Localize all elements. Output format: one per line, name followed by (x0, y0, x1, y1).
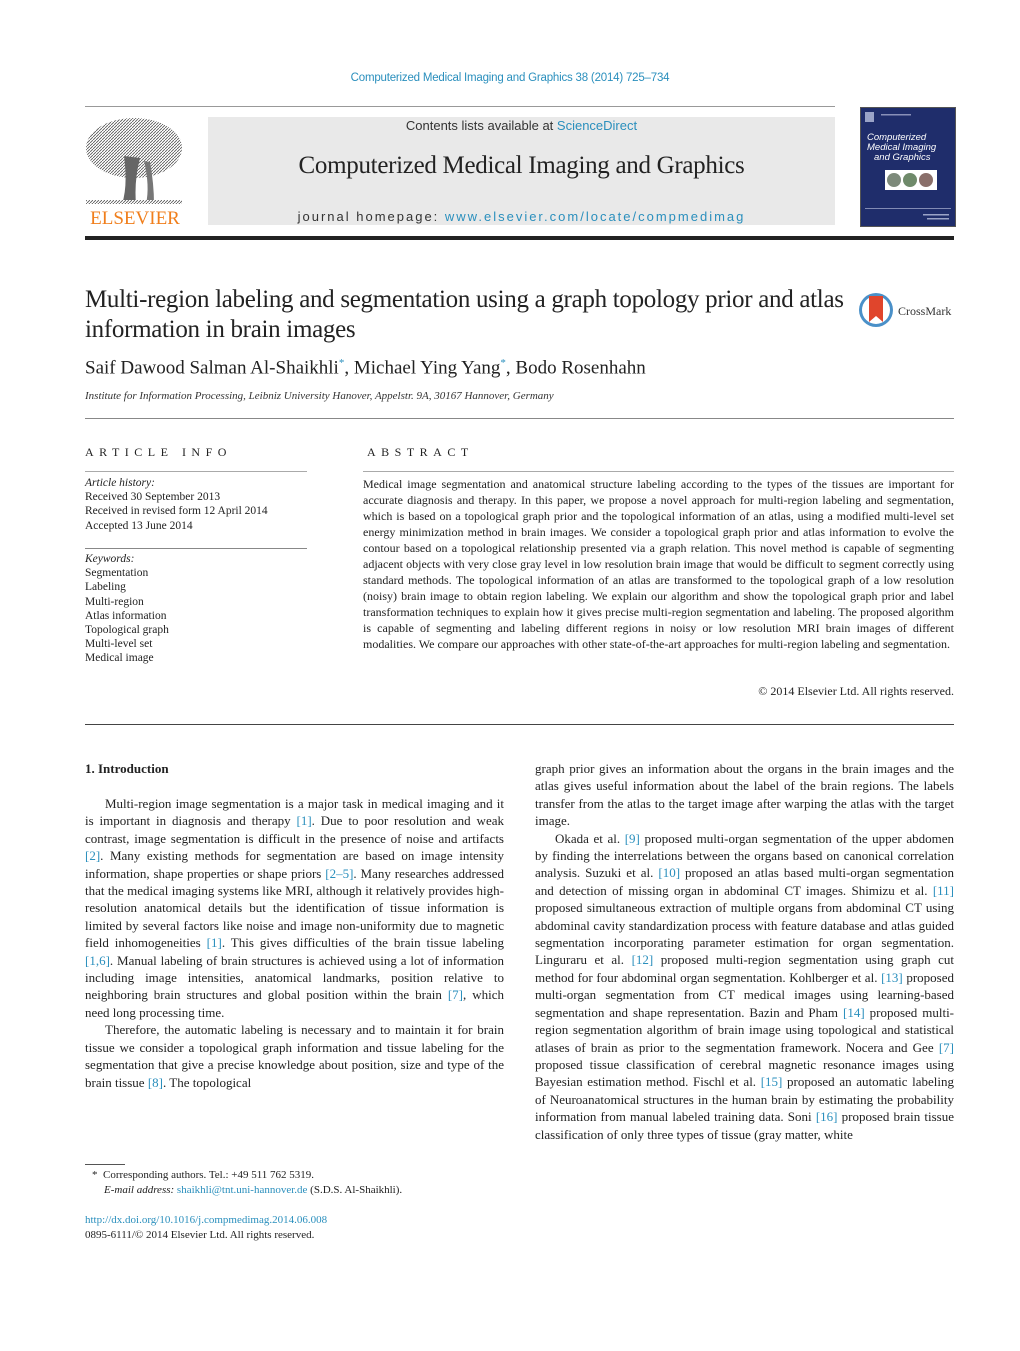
elsevier-logo[interactable]: ELSEVIER (84, 116, 186, 229)
history-item: Accepted 13 June 2014 (85, 519, 193, 532)
abstract-text: Medical image segmentation and anatomica… (363, 477, 954, 651)
history-label: Article history: (85, 477, 155, 489)
journal-cover-icon: Computerized Medical Imaging and Graphic… (865, 112, 951, 220)
citation-link[interactable]: [9] (625, 831, 640, 846)
homepage-prefix: journal homepage: (297, 209, 445, 224)
body-text: . The topological (163, 1074, 252, 1090)
body-text: graph prior gives an information about t… (535, 761, 954, 829)
body-text: . This gives difficulties of the brain t… (221, 935, 504, 951)
contents-prefix: Contents lists available at (405, 118, 557, 133)
keyword: Multi-level set (85, 638, 153, 651)
body-column-right: graph prior gives an information about t… (535, 760, 954, 1143)
article-title: Multi-region labeling and segmentation u… (85, 286, 844, 343)
title-rule (85, 418, 954, 419)
keywords-list: Keywords: Segmentation Labeling Multi-re… (85, 552, 169, 666)
section-heading-introduction: 1. Introduction (85, 761, 169, 776)
issn-line: 0895-6111/© 2014 Elsevier Ltd. All right… (85, 1228, 315, 1241)
author-name[interactable]: Bodo Rosenhahn (515, 357, 645, 378)
footnote: * Corresponding authors. Tel.: +49 511 7… (92, 1168, 402, 1197)
author-affiliation: Institute for Information Processing, Le… (85, 390, 554, 402)
citation-link[interactable]: [7] (448, 987, 463, 1002)
citation-link[interactable]: [2–5] (325, 866, 353, 881)
citation-link[interactable]: [12] (632, 952, 654, 967)
elsevier-wordmark: ELSEVIER (90, 208, 180, 228)
keyword: Atlas information (85, 609, 167, 622)
citation-link[interactable]: [15] (761, 1074, 783, 1089)
citation-link[interactable]: [7] (939, 1040, 954, 1055)
footnote-rule (85, 1164, 125, 1165)
citation-link[interactable]: [10] (658, 865, 680, 880)
email-link[interactable]: shaikhli@tnt.uni-hannover.de (177, 1184, 308, 1196)
homepage-link[interactable]: www.elsevier.com/locate/compmedimag (445, 209, 745, 224)
history-item: Received 30 September 2013 (85, 491, 221, 504)
article-info-rule (85, 471, 307, 472)
email-suffix: (S.D.S. Al-Shaikhli). (307, 1183, 403, 1196)
sciencedirect-link[interactable]: ScienceDirect (557, 118, 637, 133)
citation-link[interactable]: [8] (148, 1075, 163, 1090)
body-text: . Manual labeling of brain structures is… (85, 952, 504, 1003)
body-paragraph: Therefore, the automatic labeling is nec… (85, 1021, 504, 1091)
journal-reference-link[interactable]: Computerized Medical Imaging and Graphic… (0, 72, 1020, 84)
body-column-left: Multi-region image segmentation is a maj… (85, 795, 504, 1091)
footnote-text: Corresponding authors. Tel.: +49 511 762… (103, 1169, 315, 1181)
author-list: Saif Dawood Salman Al-Shaikhli*, Michael… (85, 357, 646, 379)
header-thick-rule (85, 236, 954, 240)
elsevier-tree-icon: ELSEVIER (86, 118, 182, 229)
doi-block: http://dx.doi.org/10.1016/j.compmedimag.… (85, 1213, 327, 1242)
keywords-rule (85, 548, 307, 549)
author-name[interactable]: Saif Dawood Salman Al-Shaikhli (85, 357, 339, 378)
abstract-rule (363, 471, 954, 472)
journal-cover-thumbnail[interactable]: Computerized Medical Imaging and Graphic… (860, 107, 956, 227)
svg-text:and Graphics: and Graphics (874, 152, 931, 163)
keyword: Segmentation (85, 567, 149, 580)
footnote-mark: * (92, 1169, 98, 1181)
keyword: Labeling (85, 581, 126, 594)
keyword: Multi-region (85, 595, 144, 608)
keyword: Medical image (85, 652, 154, 665)
keywords-label: Keywords: (85, 553, 135, 565)
contents-line: Contents lists available at ScienceDirec… (208, 118, 835, 133)
crossmark-button[interactable]: CrossMark (858, 290, 958, 330)
citation-link[interactable]: [13] (881, 970, 903, 985)
header-rule (85, 106, 835, 107)
keyword: Topological graph (85, 624, 169, 637)
abstract-heading: ABSTRACT (367, 445, 474, 459)
abstract-end-rule (85, 724, 954, 725)
body-paragraph: Okada et al. [9] proposed multi-organ se… (535, 830, 954, 1143)
history-item: Received in revised form 12 April 2014 (85, 505, 268, 518)
body-text: Okada et al. (555, 830, 625, 846)
citation-link[interactable]: [14] (843, 1005, 865, 1020)
article-history: Article history: Received 30 September 2… (85, 476, 268, 533)
journal-homepage: journal homepage: www.elsevier.com/locat… (208, 209, 835, 224)
article-info-heading: ARTICLE INFO (85, 445, 232, 459)
author-name[interactable]: Michael Ying Yang (354, 357, 501, 378)
citation-link[interactable]: [16] (816, 1109, 838, 1124)
citation-link[interactable]: [11] (933, 883, 954, 898)
crossmark-icon (859, 293, 893, 327)
email-label: E-mail address: (104, 1183, 175, 1196)
body-paragraph: graph prior gives an information about t… (535, 760, 954, 830)
doi-link[interactable]: http://dx.doi.org/10.1016/j.compmedimag.… (85, 1213, 327, 1228)
citation-link[interactable]: [1,6] (85, 953, 110, 968)
abstract-copyright: © 2014 Elsevier Ltd. All rights reserved… (758, 684, 954, 698)
journal-title: Computerized Medical Imaging and Graphic… (298, 152, 745, 179)
citation-link[interactable]: [1] (296, 813, 311, 828)
crossmark-label: CrossMark (898, 304, 951, 318)
citation-link[interactable]: [2] (85, 848, 100, 863)
citation-link[interactable]: [1] (207, 935, 222, 950)
body-paragraph: Multi-region image segmentation is a maj… (85, 795, 504, 1021)
